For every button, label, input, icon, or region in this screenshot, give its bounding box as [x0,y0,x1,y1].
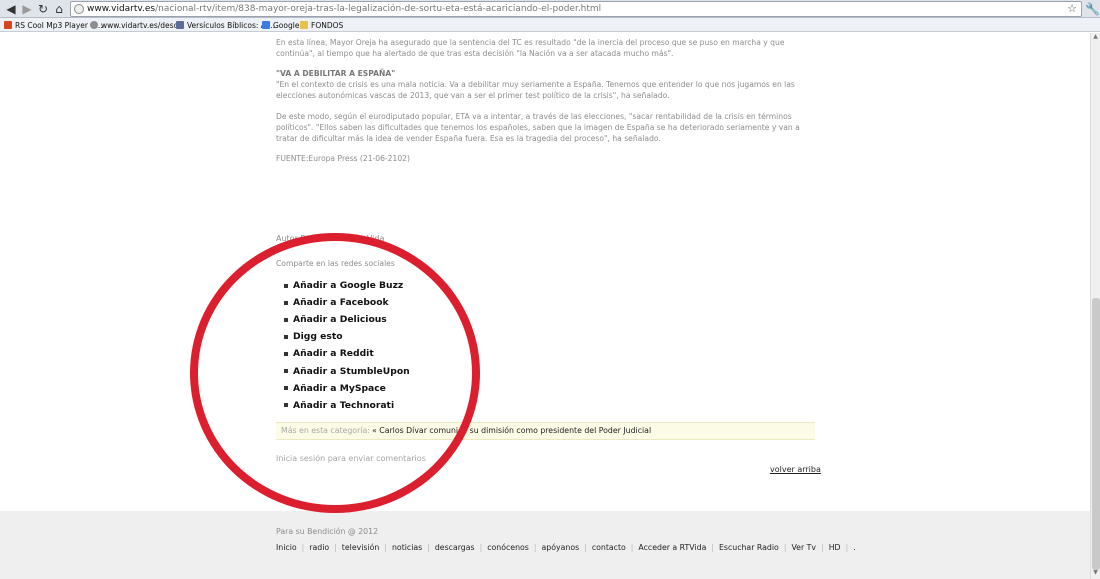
footer-separator: | [584,543,587,552]
url-text: www.vidartv.es/nacional-rtv/item/838-may… [87,3,601,15]
bookmark-favicon-icon [90,21,98,29]
footer-separator: | [427,543,430,552]
article-paragraph: De este modo, según el eurodiputado popu… [276,112,800,143]
reload-icon[interactable]: ↻ [35,1,51,17]
scroll-up-icon[interactable]: ▲ [1091,33,1100,43]
footer-link-television[interactable]: televisión [342,543,380,552]
scrollbar-thumb[interactable] [1092,298,1100,570]
footer-link-hd[interactable]: HD [829,543,841,552]
back-arrow-icon[interactable]: ◀ [3,1,19,17]
footer-link-conocenos[interactable]: conócenos [487,543,529,552]
footer-copyright: Para su Bendición @ 2012 [276,527,379,536]
scroll-down-icon[interactable]: ▼ [1091,569,1100,579]
bookmark-label: www.vidartv.es/desc... [101,20,185,30]
page-content: En esta línea, Mayor Oreja ha asegurado … [0,33,1090,579]
article-source: FUENTE:Europa Press (21-06-2102) [276,154,410,163]
footer-link-acceder[interactable]: Acceder a RTVida [638,543,706,552]
footer: Para su Bendición @ 2012 Inicio | radio | … [0,511,1090,579]
bookmark-item[interactable]: www.vidartv.es/desc... [90,18,185,32]
footer-separator: | [533,543,537,552]
footer-link-radio[interactable]: radio [309,543,329,552]
footer-nav: Inicio | radio | televisión | noticias | des… [276,543,856,552]
bookmark-folder[interactable]: FONDOS [300,18,343,32]
bookmark-label: FONDOS [311,20,344,30]
forward-arrow-icon[interactable]: ▶ [19,1,35,17]
footer-link-escuchar-radio[interactable]: Escuchar Radio [719,543,779,552]
bookmark-favicon-icon [4,21,12,29]
page-globe-icon [74,4,84,14]
footer-separator: | [711,543,714,552]
footer-link-contacto[interactable]: contacto [592,543,626,552]
wrench-icon[interactable]: 🔧 [1085,1,1100,17]
footer-link-apoyanos[interactable]: apóyanos [542,543,580,552]
footer-separator: | [384,543,387,552]
footer-separator: | [301,543,305,552]
back-to-top-link[interactable]: volver arriba [770,465,821,474]
google-favicon-icon [262,21,270,29]
footer-separator: | [630,543,634,552]
vertical-scrollbar[interactable]: ▲ ▼ [1090,33,1100,579]
red-annotation-circle [190,233,480,513]
url-path: /nacional-rtv/item/838-mayor-oreja-tras-… [155,4,602,14]
url-domain: www.vidartv.es [87,4,156,14]
browser-toolbar: ◀ ▶ ↻ ⌂ www.vidartv.es/nacional-rtv/item… [0,0,1100,18]
home-icon[interactable]: ⌂ [51,1,67,17]
bookmark-item[interactable]: Google [262,18,299,32]
bookmark-item[interactable]: Versículos Bíblicos: Al... [176,18,275,32]
article-paragraph: "En el contexto de crisis es una mala no… [276,80,795,100]
bookmark-item[interactable]: RS Cool Mp3 Player - ... [4,18,103,32]
footer-link-dot[interactable]: . [853,543,855,552]
bookmark-star-icon[interactable]: ☆ [1067,2,1077,16]
footer-separator: | [479,543,483,552]
footer-link-inicio[interactable]: Inicio [276,543,297,552]
bookmarks-bar: RS Cool Mp3 Player - ... www.vidartv.es/… [0,18,1100,32]
address-bar[interactable]: www.vidartv.es/nacional-rtv/item/838-may… [70,1,1082,17]
bookmark-label: Google [273,20,300,30]
footer-link-ver-tv[interactable]: Ver Tv [791,543,816,552]
footer-separator: | [334,543,337,552]
footer-link-noticias[interactable]: noticias [392,543,422,552]
article-paragraph: En esta línea, Mayor Oreja ha asegurado … [276,38,785,58]
footer-separator: | [783,543,787,552]
article-subheading: "VA A DEBILITAR A ESPAÑA" [276,69,396,78]
bookmark-favicon-icon [176,21,184,29]
footer-separator: | [821,543,824,552]
folder-icon [300,21,308,29]
footer-link-descargas[interactable]: descargas [435,543,475,552]
footer-separator: | [845,543,849,552]
